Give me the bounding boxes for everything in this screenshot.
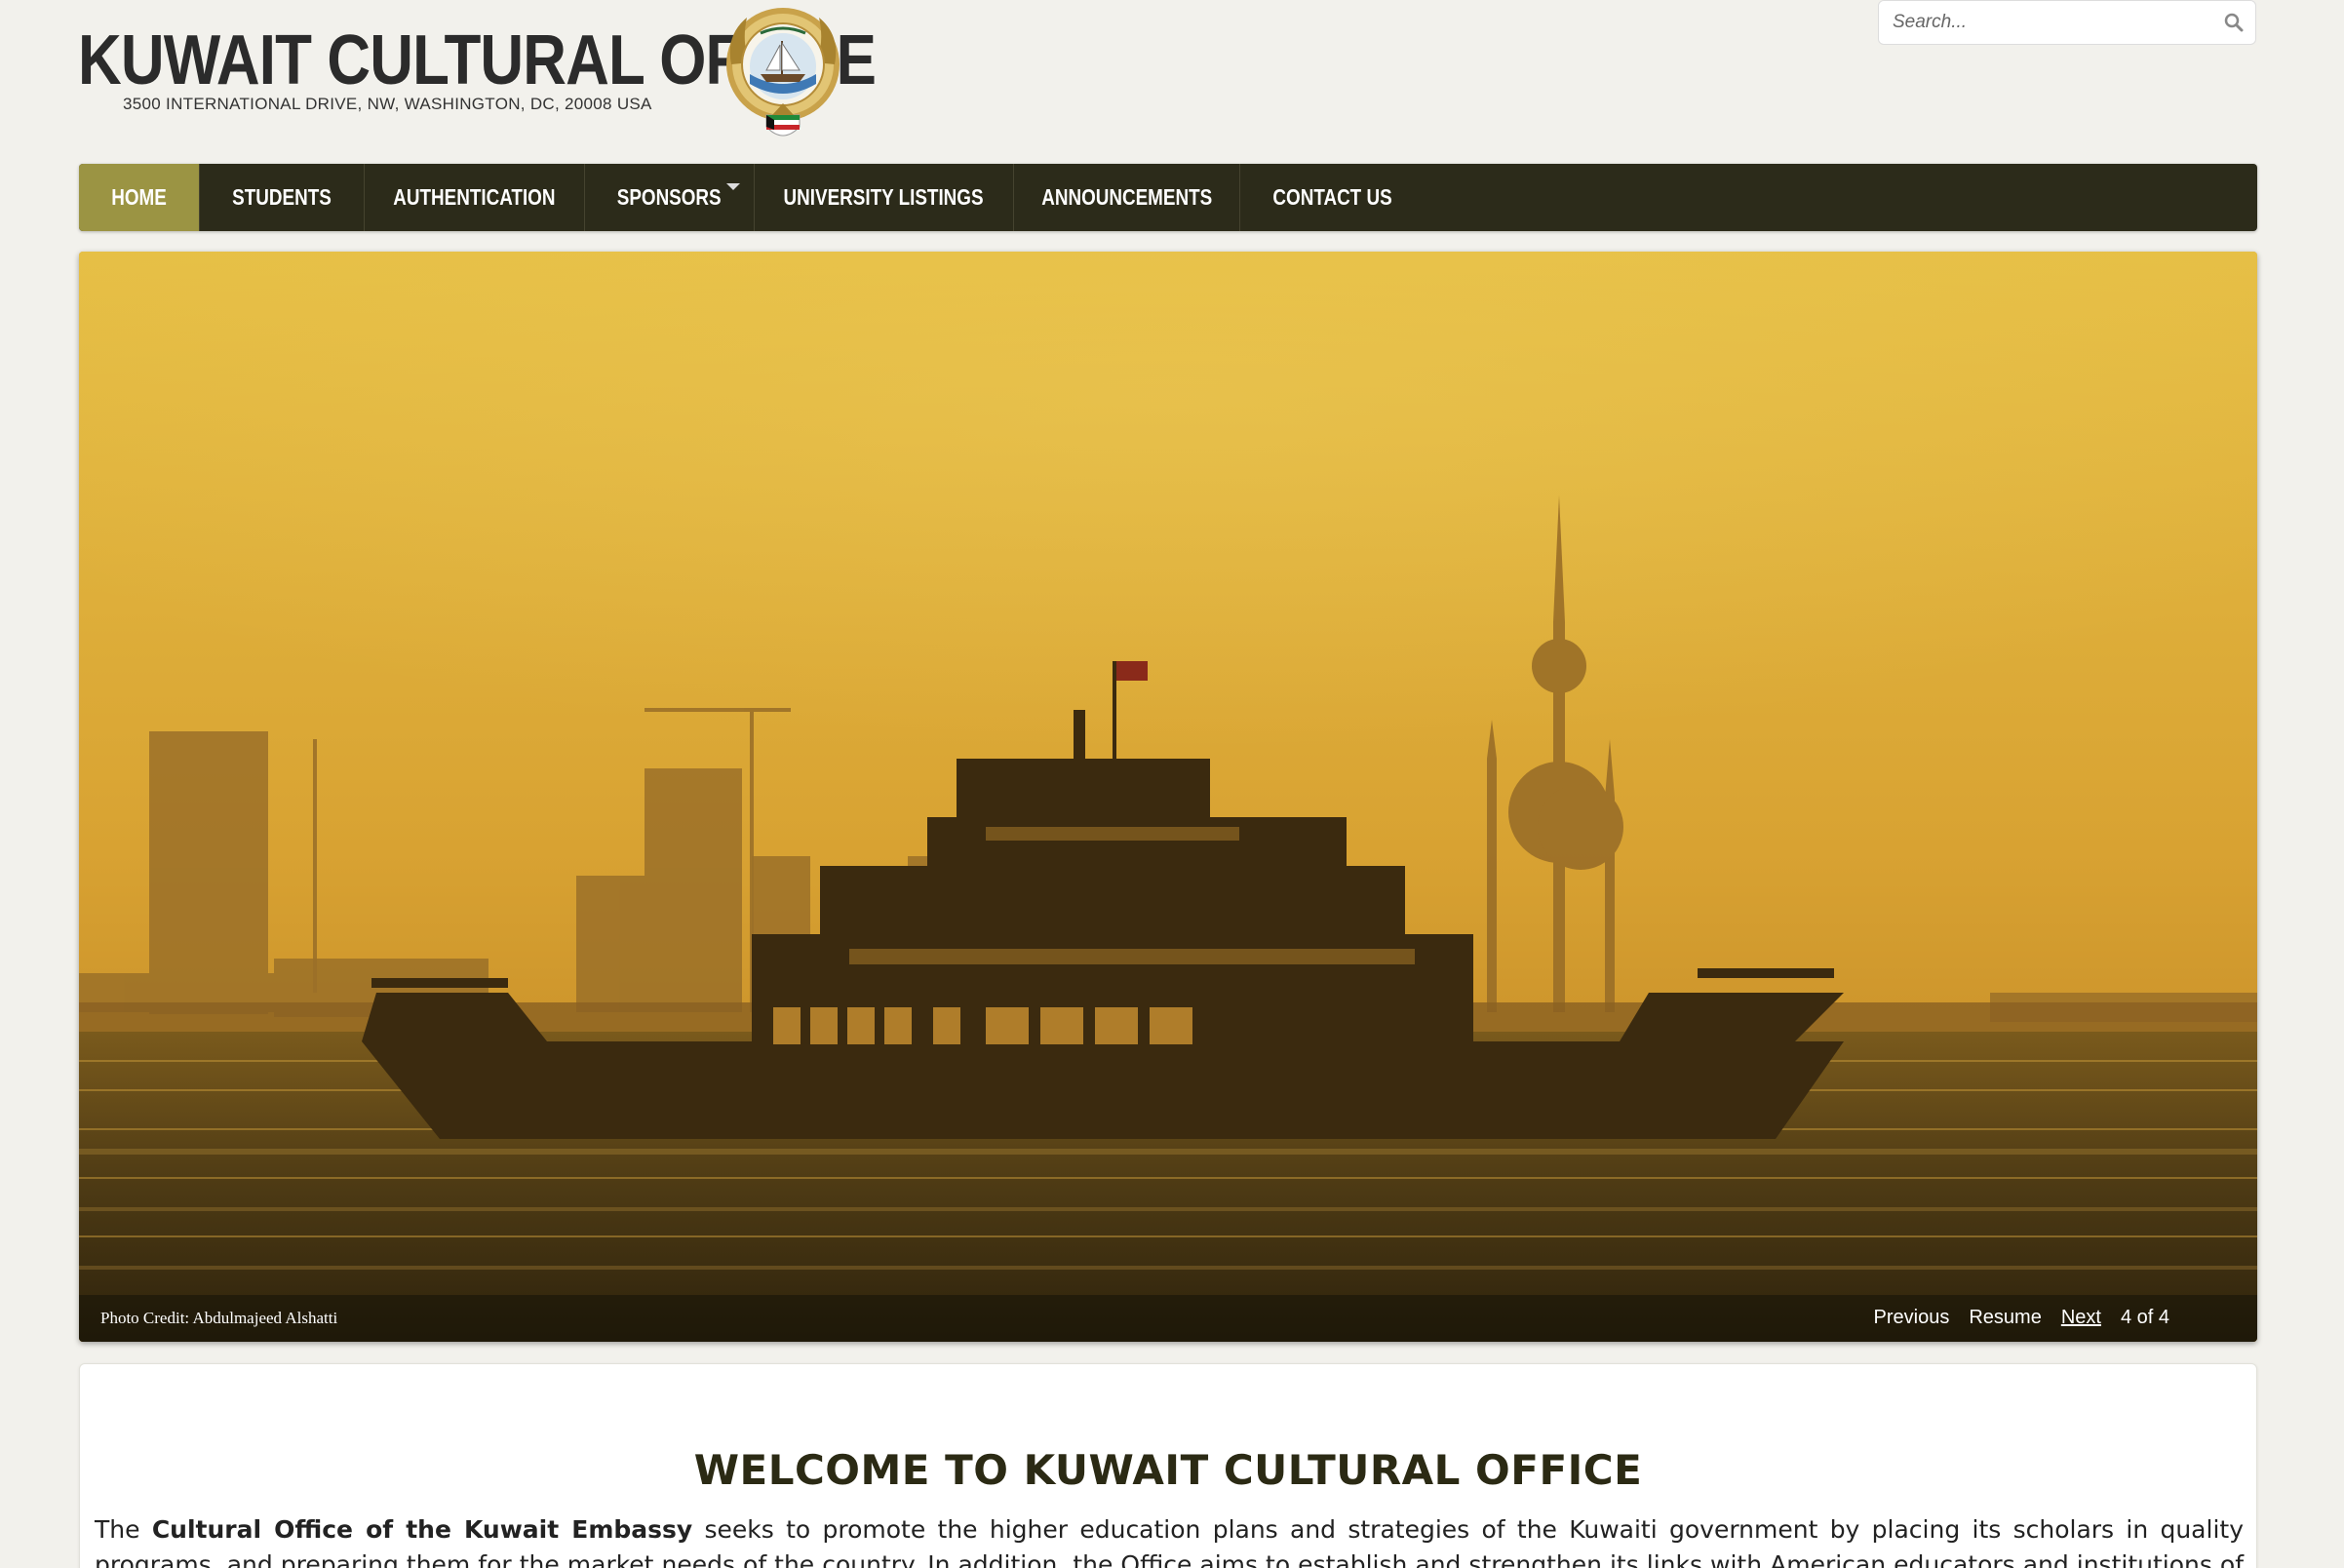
search-box[interactable]	[1878, 0, 2256, 45]
resume-button[interactable]: Resume	[1969, 1307, 2041, 1329]
intro-prefix: The	[95, 1515, 152, 1544]
welcome-title: WELCOME TO KUWAIT CULTURAL OFFICE	[693, 1446, 1643, 1494]
next-button[interactable]: Next	[2061, 1307, 2101, 1329]
nav-home-label: HOME	[111, 184, 167, 210]
nav-contact-us[interactable]: CONTACT US	[1240, 164, 1426, 231]
welcome-panel: WELCOME TO KUWAIT CULTURAL OFFICE The Cu…	[79, 1363, 2257, 1568]
intro-paragraph: The Cultural Office of the Kuwait Embass…	[95, 1512, 2244, 1568]
previous-button[interactable]: Previous	[1874, 1307, 1950, 1329]
slide-caption-bar: Photo Credit: Abdulmajeed Alshatti Previ…	[79, 1295, 2257, 1342]
nav-sponsors[interactable]: SPONSORS	[585, 164, 755, 231]
main-nav: HOME STUDENTS AUTHENTICATION SPONSORS UN…	[79, 164, 2257, 231]
nav-authentication[interactable]: AUTHENTICATION	[365, 164, 585, 231]
slide-image	[79, 252, 2257, 1342]
nav-announcements[interactable]: ANNOUNCEMENTS	[1014, 164, 1240, 231]
site-address: 3500 INTERNATIONAL DRIVE, NW, WASHINGTON…	[123, 95, 652, 113]
slide-counter: 4 of 4	[2120, 1307, 2169, 1328]
kuwait-emblem-icon[interactable]	[722, 6, 844, 144]
hero-slideshow[interactable]: Photo Credit: Abdulmajeed Alshatti Previ…	[79, 252, 2257, 1342]
nav-university-listings-label: UNIVERSITY LISTINGS	[783, 184, 985, 210]
photo-credit: Photo Credit: Abdulmajeed Alshatti	[100, 1309, 338, 1327]
search-input[interactable]	[1879, 1, 2212, 44]
nav-announcements-label: ANNOUNCEMENTS	[1041, 184, 1212, 210]
nav-students[interactable]: STUDENTS	[200, 164, 365, 231]
nav-authentication-label: AUTHENTICATION	[393, 184, 556, 210]
intro-bold: Cultural Office of the Kuwait Embassy	[151, 1515, 693, 1544]
nav-students-label: STUDENTS	[232, 184, 332, 210]
nav-sponsors-label: SPONSORS	[617, 184, 722, 210]
site-header: KUWAIT CULTURAL OFFICE 3500 INTERNATIONA…	[0, 0, 2344, 164]
nav-contact-us-label: CONTACT US	[1272, 184, 1393, 210]
chevron-down-icon	[726, 183, 740, 190]
nav-university-listings[interactable]: UNIVERSITY LISTINGS	[755, 164, 1014, 231]
nav-home[interactable]: HOME	[79, 164, 200, 231]
search-icon[interactable]	[2212, 1, 2255, 44]
slide-controls: Previous Resume Next 4 of 4	[1874, 1307, 2169, 1329]
